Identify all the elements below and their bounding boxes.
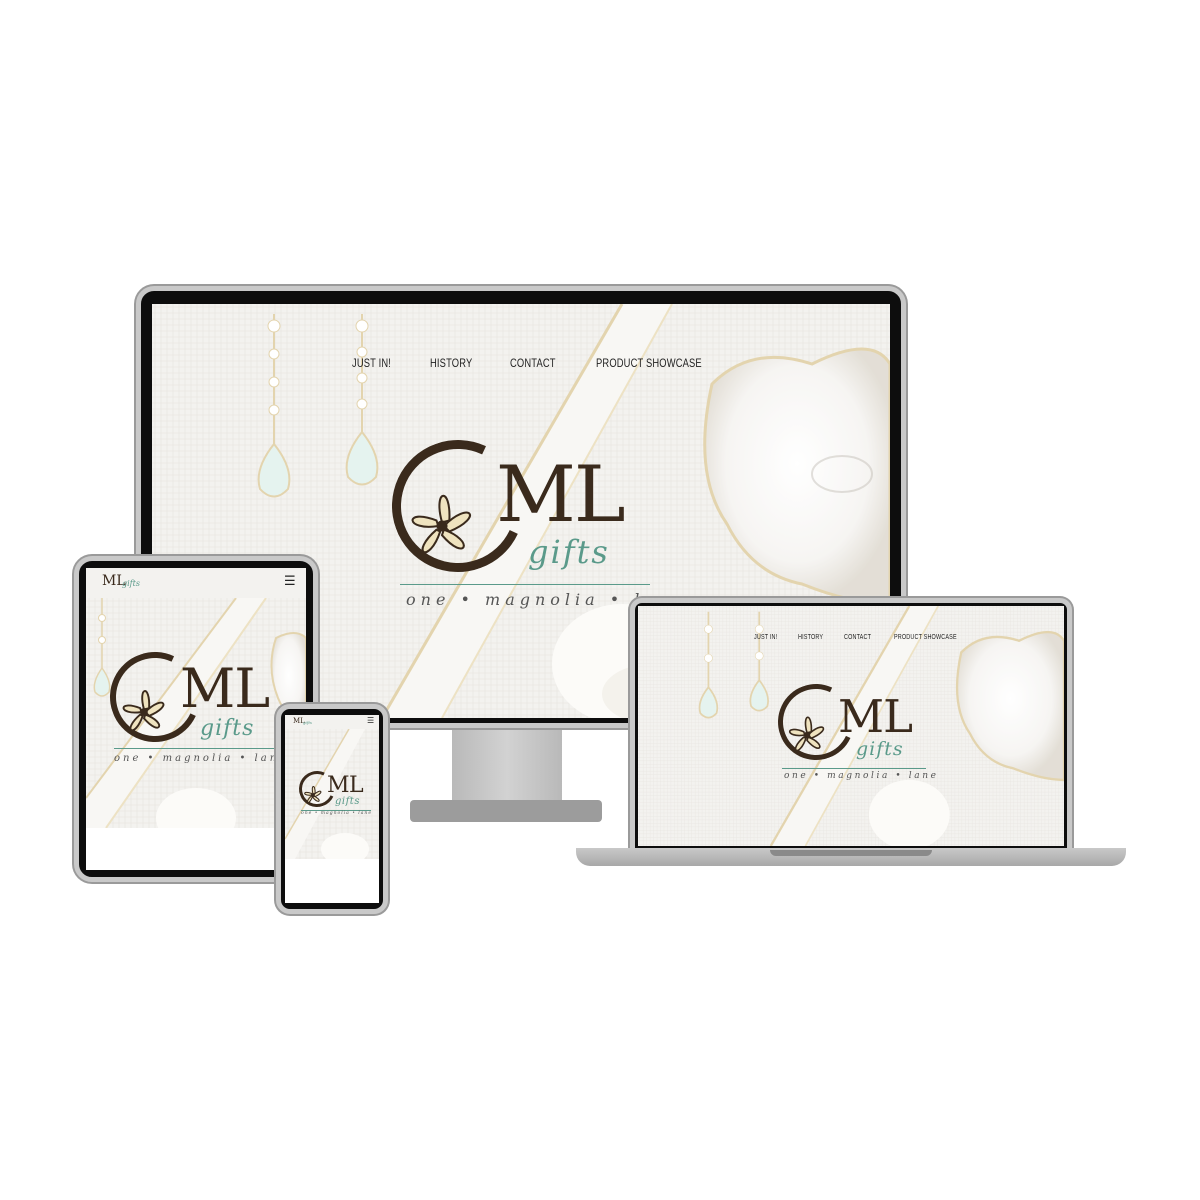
logo-tagline: one • magnolia • lane	[114, 753, 289, 764]
nav-just-in[interactable]: JUST IN!	[754, 634, 788, 641]
tablet-header-logo[interactable]: ML gifts	[90, 572, 150, 596]
logo-script: gifts	[122, 579, 140, 588]
nav-product-showcase[interactable]: PRODUCT SHOWCASE	[596, 356, 702, 370]
nav-history[interactable]: HISTORY	[430, 356, 492, 370]
magnolia-flower-icon	[122, 690, 165, 732]
menu-icon[interactable]: ☰	[284, 575, 296, 588]
phone-screen: ML gifts ☰ ML gifts one • magnolia • lan…	[285, 715, 379, 903]
logo-monogram: ML	[180, 657, 270, 720]
logo-rule	[114, 748, 282, 749]
logo-script: gifts	[303, 720, 312, 725]
nav-contact[interactable]: CONTACT	[844, 634, 883, 641]
logo-script: gifts	[528, 533, 610, 571]
nav-product-showcase[interactable]: PRODUCT SHOWCASE	[894, 634, 957, 641]
menu-icon[interactable]: ☰	[367, 717, 374, 725]
site-logo[interactable]: ML gifts one • magnolia • lane	[767, 673, 936, 786]
logo-tagline: one • magnolia • lane	[301, 811, 372, 816]
site-logo[interactable]: ML gifts one • magnolia • lane	[293, 765, 375, 821]
magnolia-flower-icon	[788, 716, 825, 752]
nav-contact[interactable]: CONTACT	[510, 356, 577, 370]
logo-script: gifts	[856, 738, 904, 760]
site-logo[interactable]: ML gifts one • magnolia • lane	[97, 639, 290, 774]
main-nav: JUST IN! HISTORY CONTACT PRODUCT SHOWCAS…	[754, 634, 964, 641]
logo-rule	[400, 584, 650, 585]
site-logo[interactable]: ML gifts one • magnolia • lane	[373, 421, 684, 616]
phone-header-logo[interactable]: ML gifts	[287, 717, 317, 729]
logo-monogram: ML	[496, 450, 626, 540]
logo-script: gifts	[335, 796, 360, 807]
nav-just-in[interactable]: JUST IN!	[352, 356, 413, 370]
tablet-screen: ML gifts ☰ ML gifts one • magnolia • lan…	[86, 568, 306, 870]
laptop-screen: JUST IN! HISTORY CONTACT PRODUCT SHOWCAS…	[638, 606, 1064, 846]
logo-monogram: ML	[838, 690, 913, 743]
magnolia-flower-icon	[304, 785, 322, 803]
monitor-stand-base	[410, 800, 602, 822]
logo-rule	[782, 768, 926, 769]
magnolia-flower-icon	[411, 494, 471, 554]
main-nav: JUST IN! HISTORY CONTACT PRODUCT SHOWCAS…	[352, 356, 716, 370]
logo-tagline: one • magnolia • lane	[784, 771, 939, 781]
logo-script: gifts	[200, 716, 255, 741]
monitor-stand-neck	[452, 722, 562, 804]
laptop-notch	[770, 850, 932, 856]
logo-monogram: ML	[327, 773, 364, 798]
nav-history[interactable]: HISTORY	[798, 634, 834, 641]
